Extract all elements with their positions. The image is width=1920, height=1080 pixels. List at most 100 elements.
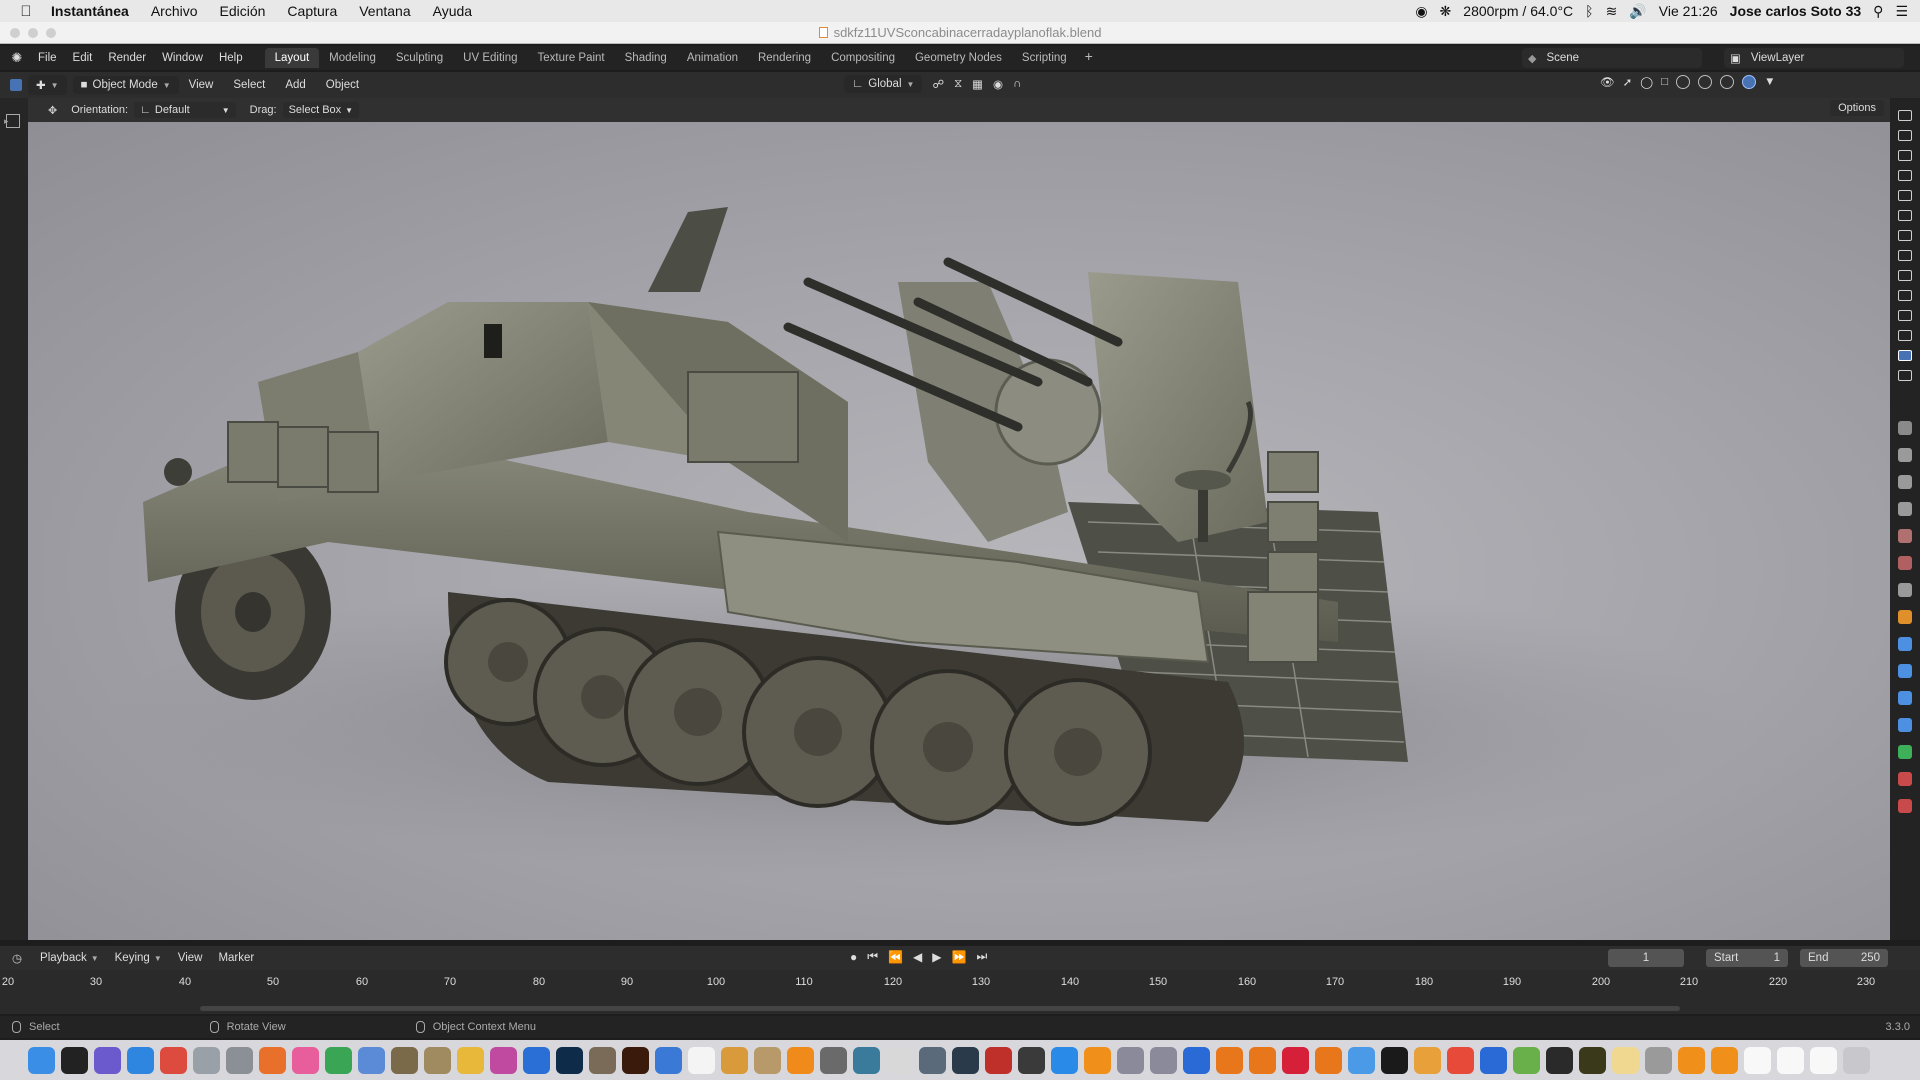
options-dropdown[interactable]: Options: [1830, 100, 1884, 116]
jump-end-icon[interactable]: ⏭: [976, 949, 987, 964]
transform-orientation-dropdown[interactable]: ∟ Global ▼: [844, 75, 923, 93]
xray-icon[interactable]: □: [1661, 76, 1668, 88]
camera-icon[interactable]: [1898, 110, 1912, 121]
view-layer-properties-icon[interactable]: [1898, 502, 1912, 516]
menu-playback[interactable]: Playback ▼: [32, 952, 107, 964]
books-icon[interactable]: [1084, 1046, 1111, 1074]
camera-icon[interactable]: [1898, 290, 1912, 301]
menu-archivo[interactable]: Archivo: [140, 3, 209, 19]
modifier-properties-icon[interactable]: [1898, 637, 1912, 651]
orientation-dropdown[interactable]: ∟ Default ▼: [134, 102, 236, 118]
fusion-2-icon[interactable]: [1150, 1046, 1177, 1074]
menu-edit[interactable]: Edit: [65, 52, 101, 64]
scene-properties-icon[interactable]: [1898, 529, 1912, 543]
menu-add[interactable]: Add: [275, 79, 315, 91]
object-properties-icon[interactable]: [1898, 610, 1912, 624]
proportional-edit-icon[interactable]: ◉: [993, 77, 1003, 91]
fusion-icon[interactable]: [1117, 1046, 1144, 1074]
terminal-icon[interactable]: [61, 1046, 88, 1074]
visibility-icon[interactable]: 👁: [1600, 75, 1615, 89]
mail-2-icon[interactable]: [886, 1046, 913, 1074]
camera-icon[interactable]: [1898, 170, 1912, 181]
camera-icon[interactable]: [1898, 310, 1912, 321]
timeline-ruler[interactable]: 20 30 40 50 60 70 80 90 100 110 120 130 …: [0, 970, 1920, 1014]
menu-ventana[interactable]: Ventana: [348, 3, 421, 19]
documents-icon[interactable]: [1612, 1046, 1639, 1074]
tab-shading[interactable]: Shading: [615, 48, 677, 68]
archive-icon[interactable]: [754, 1046, 781, 1074]
davinci-icon[interactable]: [1546, 1046, 1573, 1074]
volume-icon[interactable]: 🔊: [1629, 3, 1646, 20]
mode-dropdown[interactable]: ■ Object Mode ▼: [72, 76, 179, 94]
android-icon[interactable]: [1513, 1046, 1540, 1074]
snap-icon[interactable]: ⧖: [954, 78, 962, 91]
minimize-window-button[interactable]: [28, 28, 38, 38]
preview-2-icon[interactable]: [1348, 1046, 1375, 1074]
illustrator-icon[interactable]: [622, 1046, 649, 1074]
tab-rendering[interactable]: Rendering: [748, 48, 821, 68]
screen-icon[interactable]: [919, 1046, 946, 1074]
overlay-icon[interactable]: ◯: [1640, 75, 1653, 89]
tab-texture-paint[interactable]: Texture Paint: [528, 48, 615, 68]
blender-logo-icon[interactable]: ✺: [4, 50, 30, 66]
select-tool-icon[interactable]: [6, 114, 20, 128]
trash-icon[interactable]: [1843, 1046, 1870, 1074]
affinity-icon[interactable]: [490, 1046, 517, 1074]
fan-icon[interactable]: ❋: [1440, 3, 1452, 20]
zoom-window-button[interactable]: [46, 28, 56, 38]
active-camera-icon[interactable]: [1898, 350, 1912, 361]
menu-edicion[interactable]: Edición: [209, 3, 277, 19]
prev-keyframe-icon[interactable]: ⏪: [888, 950, 903, 964]
photoshop-icon[interactable]: [556, 1046, 583, 1074]
rendered-shading-button[interactable]: [1742, 75, 1757, 89]
folder-1-icon[interactable]: [1678, 1046, 1705, 1074]
settings-icon[interactable]: [820, 1046, 847, 1074]
wireframe-shading-button[interactable]: [1676, 75, 1691, 89]
camera-icon[interactable]: [1898, 270, 1912, 281]
firefox-icon[interactable]: [259, 1046, 286, 1074]
snap-target-icon[interactable]: ▦: [972, 77, 983, 91]
drag-dropdown[interactable]: Select Box ▼: [282, 102, 360, 118]
camera-icon[interactable]: [1898, 210, 1912, 221]
utorrent-icon[interactable]: [325, 1046, 352, 1074]
wifi-icon[interactable]: ≋: [1606, 3, 1618, 20]
pivot-point-icon[interactable]: ☍: [932, 77, 944, 91]
office-icon[interactable]: [1414, 1046, 1441, 1074]
preview-icon[interactable]: [193, 1046, 220, 1074]
mixer-icon[interactable]: [1447, 1046, 1474, 1074]
world-properties-icon[interactable]: [1898, 556, 1912, 570]
texture-properties-icon[interactable]: [1898, 799, 1912, 813]
notes-icon[interactable]: [424, 1046, 451, 1074]
viewlayer-selector[interactable]: ▣ ViewLayer: [1724, 48, 1904, 68]
apple-menu-icon[interactable]: : [12, 3, 40, 20]
daz-icon[interactable]: [1381, 1046, 1408, 1074]
collection-properties-icon[interactable]: [1898, 583, 1912, 597]
camera-icon[interactable]: [1898, 370, 1912, 381]
play-icon[interactable]: ▶: [932, 950, 941, 964]
file-1-icon[interactable]: [1744, 1046, 1771, 1074]
constraints-properties-icon[interactable]: [1898, 718, 1912, 732]
camera-icon[interactable]: [1898, 250, 1912, 261]
appstore-icon[interactable]: [1051, 1046, 1078, 1074]
folder-2-icon[interactable]: [1711, 1046, 1738, 1074]
camera-icon[interactable]: [1898, 190, 1912, 201]
gimp-icon[interactable]: [589, 1046, 616, 1074]
user-name[interactable]: Jose carlos Soto 33: [1730, 3, 1862, 19]
blender-2-icon[interactable]: [1216, 1046, 1243, 1074]
file-3-icon[interactable]: [1810, 1046, 1837, 1074]
3d-viewport[interactable]: [28, 122, 1890, 940]
facetime-icon[interactable]: [853, 1046, 880, 1074]
photo-booth-icon[interactable]: [1018, 1046, 1045, 1074]
menu-window[interactable]: Window: [154, 52, 211, 64]
gizmo-icon[interactable]: ➚: [1623, 75, 1633, 89]
camera-icon[interactable]: [1898, 150, 1912, 161]
data-properties-icon[interactable]: [1898, 745, 1912, 759]
blender-icon[interactable]: [1183, 1046, 1210, 1074]
tab-sculpting[interactable]: Sculpting: [386, 48, 453, 68]
tab-geometry-nodes[interactable]: Geometry Nodes: [905, 48, 1012, 68]
scene-name[interactable]: Scene: [1546, 52, 1579, 64]
output-properties-icon[interactable]: [1898, 475, 1912, 489]
sketch-icon[interactable]: [457, 1046, 484, 1074]
file-2-icon[interactable]: [1777, 1046, 1804, 1074]
scene-selector[interactable]: ◆ Scene: [1522, 48, 1702, 68]
